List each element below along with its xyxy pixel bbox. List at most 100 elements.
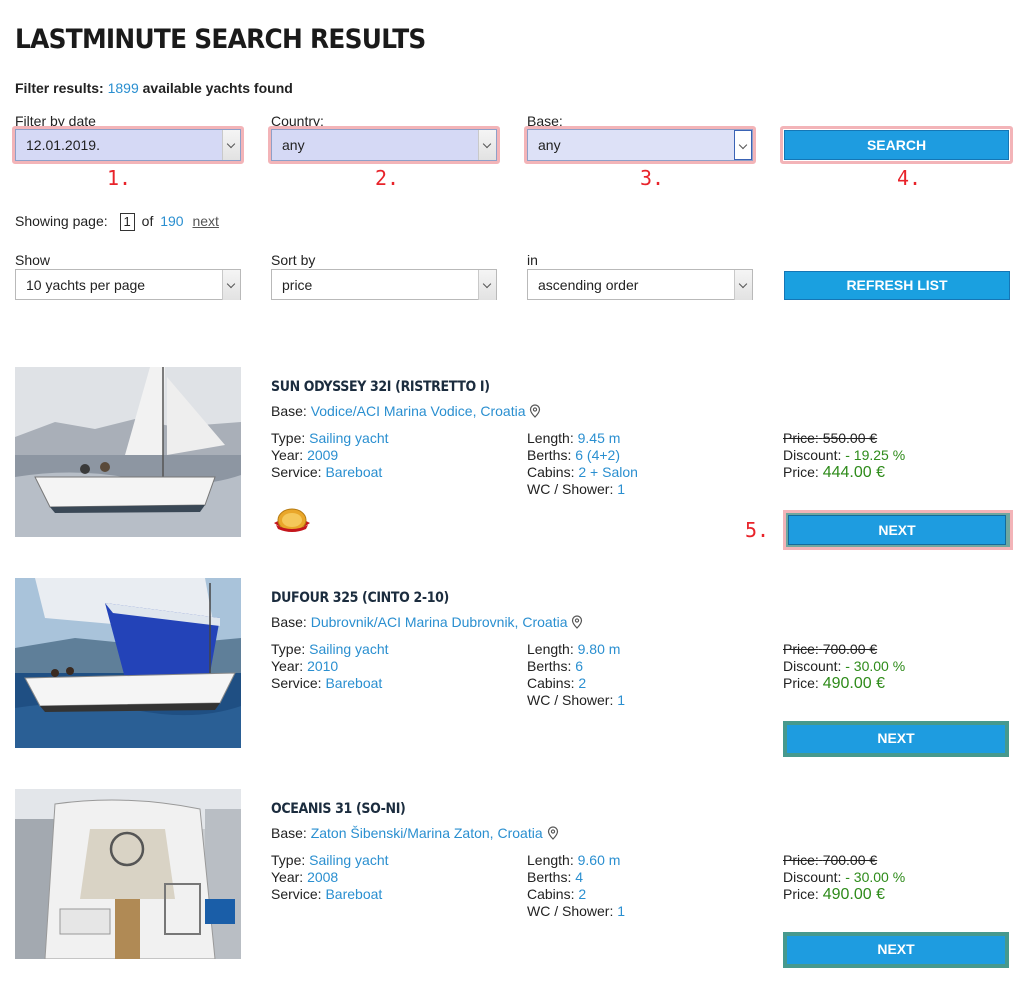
length-label: Length: [527, 641, 574, 657]
discount-label: Discount: [783, 869, 842, 885]
next-button[interactable]: NEXT [788, 515, 1006, 545]
country-select-highlight: any [268, 126, 500, 164]
search-button[interactable]: SEARCH [784, 130, 1009, 160]
chevron-down-icon [478, 270, 496, 300]
next-button[interactable]: NEXT [787, 725, 1005, 753]
type-value: Sailing yacht [309, 641, 389, 657]
yacht-photo[interactable] [15, 367, 241, 537]
yacht-length: Length: 9.80 m [527, 641, 620, 657]
length-label: Length: [527, 430, 574, 446]
old-price-value: 700.00 € [822, 641, 878, 657]
price-label: Price: [783, 464, 819, 480]
length-value: 9.45 m [577, 430, 621, 446]
next-button-frame: NEXT [783, 721, 1009, 757]
map-pin-icon[interactable] [571, 614, 583, 630]
yacht-berths: Berths: 4 [527, 869, 583, 885]
next-page-link[interactable]: next [192, 213, 218, 229]
refresh-list-button[interactable]: REFRESH LIST [784, 271, 1010, 300]
discount: Discount: - 30.00 % [783, 869, 905, 885]
total-pages-link[interactable]: 190 [160, 213, 183, 229]
wc-label: WC / Shower: [527, 903, 614, 919]
yacht-year: Year: 2010 [271, 658, 338, 674]
old-price: Price: 700.00 € [783, 641, 877, 657]
yacht-cabins: Cabins: 2 + Salon [527, 464, 638, 480]
price: Price: 490.00 € [783, 675, 885, 693]
year-value: 2009 [307, 447, 339, 463]
yacht-base-link[interactable]: Zaton Šibenski/Marina Zaton, [311, 825, 494, 841]
type-label: Type: [271, 641, 306, 657]
type-label: Type: [271, 852, 306, 868]
order-label: in [527, 252, 538, 268]
yacht-base-link[interactable]: Dubrovnik/ACI Marina Dubrovnik, [311, 614, 519, 630]
service-value: Bareboat [325, 886, 383, 902]
base-select-value: any [538, 137, 561, 153]
current-page-input[interactable]: 1 [119, 213, 135, 231]
old-price-label: Price: [783, 430, 819, 446]
yacht-wc: WC / Shower: 1 [527, 903, 625, 919]
yacht-name[interactable]: OCEANIS 31 (SO-NI) [271, 801, 406, 817]
base-select[interactable]: any [527, 129, 753, 161]
annotation-4: 4. [897, 166, 922, 190]
wc-value: 1 [617, 692, 626, 708]
chevron-down-icon [734, 270, 752, 300]
old-price-value: 700.00 € [822, 852, 878, 868]
cabins-label: Cabins: [527, 675, 575, 691]
service-value: Bareboat [325, 675, 383, 691]
yacht-base: Base: Vodice/ACI Marina Vodice, Croatia [271, 403, 541, 419]
order-select[interactable]: ascending order [527, 269, 753, 300]
yacht-type: Type: Sailing yacht [271, 852, 389, 868]
yacht-country-link[interactable]: Croatia [497, 825, 542, 841]
year-label: Year: [271, 658, 304, 674]
base-select-highlight: any [524, 126, 756, 164]
date-select-highlight: 12.01.2019. [12, 126, 244, 164]
length-value: 9.80 m [577, 641, 621, 657]
next-button[interactable]: NEXT [787, 936, 1005, 964]
wc-label: WC / Shower: [527, 692, 614, 708]
base-label: Base: [271, 403, 307, 419]
yacht-base: Base: Dubrovnik/ACI Marina Dubrovnik, Cr… [271, 614, 583, 630]
discount-label: Discount: [783, 447, 842, 463]
base-label: Base: [271, 614, 307, 630]
price-value: 490.00 € [822, 886, 885, 903]
yacht-base-link[interactable]: Vodice/ACI Marina Vodice, [311, 403, 477, 419]
yacht-country-link[interactable]: Croatia [480, 403, 525, 419]
map-pin-icon[interactable] [529, 403, 541, 419]
date-select-value: 12.01.2019. [26, 137, 100, 153]
sort-by-select[interactable]: price [271, 269, 497, 300]
yacht-cabins: Cabins: 2 [527, 886, 586, 902]
show-label: Show [15, 252, 51, 268]
yacht-name[interactable]: SUN ODYSSEY 32I (RISTRETTO I) [271, 379, 490, 395]
yacht-base: Base: Zaton Šibenski/Marina Zaton, Croat… [271, 825, 559, 841]
discount-value: - 30.00 % [845, 869, 906, 885]
yacht-cabins: Cabins: 2 [527, 675, 586, 691]
yacht-photo[interactable] [15, 578, 241, 748]
year-value: 2010 [307, 658, 339, 674]
annotation-1: 1. [107, 166, 132, 190]
yacht-type: Type: Sailing yacht [271, 641, 389, 657]
berths-value: 6 (4+2) [575, 447, 620, 463]
per-page-select[interactable]: 10 yachts per page [15, 269, 241, 300]
of-label: of [141, 213, 154, 229]
country-select[interactable]: any [271, 129, 497, 161]
map-pin-icon[interactable] [547, 825, 559, 841]
berths-label: Berths: [527, 447, 572, 463]
length-label: Length: [527, 852, 574, 868]
cabins-value: 2 [578, 886, 587, 902]
yacht-name[interactable]: DUFOUR 325 (CINTO 2-10) [271, 590, 449, 606]
berths-label: Berths: [527, 658, 572, 674]
price: Price: 444.00 € [783, 464, 885, 482]
date-select[interactable]: 12.01.2019. [15, 129, 241, 161]
yacht-berths: Berths: 6 (4+2) [527, 447, 620, 463]
price-label: Price: [783, 675, 819, 691]
yacht-photo[interactable] [15, 789, 241, 959]
type-value: Sailing yacht [309, 430, 389, 446]
yacht-country-link[interactable]: Croatia [522, 614, 567, 630]
length-value: 9.60 m [577, 852, 621, 868]
sort-by-value: price [282, 277, 313, 293]
year-value: 2008 [307, 869, 339, 885]
chevron-down-icon [222, 270, 240, 300]
pagination: Showing page: 1 of 190 next [15, 213, 219, 231]
cabins-label: Cabins: [527, 464, 575, 480]
discount-label: Discount: [783, 658, 842, 674]
filter-results-summary: Filter results: 1899 available yachts fo… [15, 80, 293, 96]
